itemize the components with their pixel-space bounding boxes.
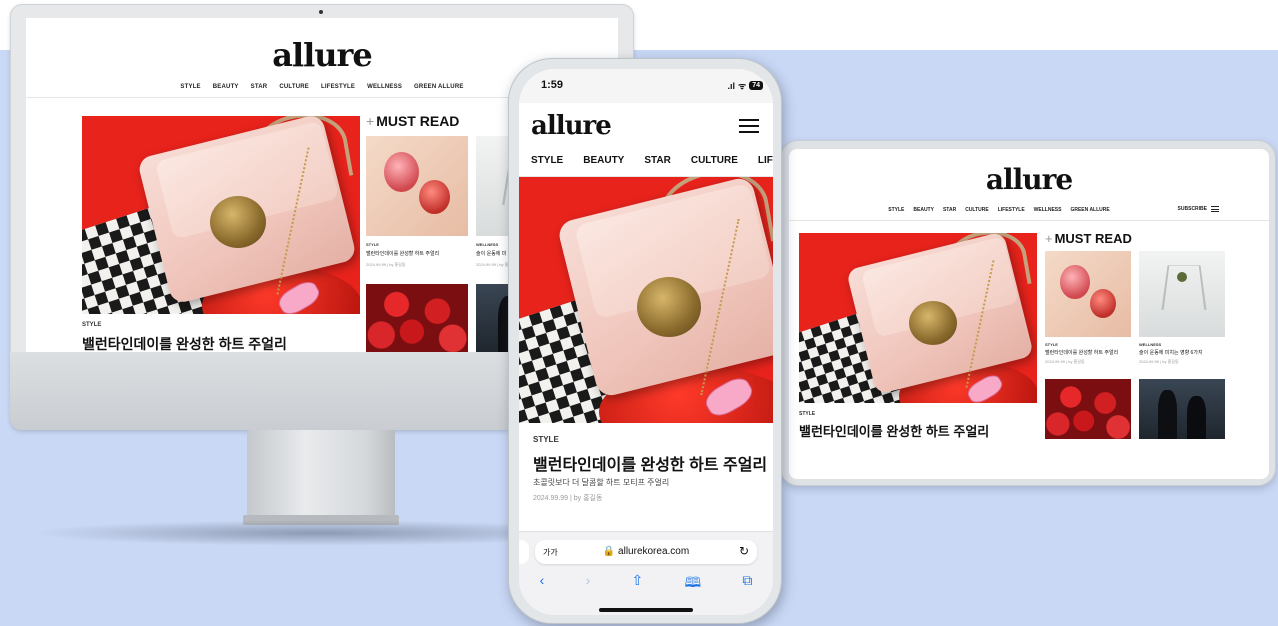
- nav-item-star[interactable]: STAR: [943, 207, 956, 213]
- thumb-1-label: STYLE: [366, 242, 379, 247]
- hero-image[interactable]: [82, 116, 360, 314]
- nav-item-star[interactable]: STAR: [251, 84, 268, 90]
- nav-item-culture[interactable]: CULTURE: [965, 207, 989, 213]
- must-read-thumb-2[interactable]: [1139, 251, 1225, 337]
- previous-tab-peek[interactable]: [519, 540, 529, 564]
- bookmarks-icon[interactable]: 🕮: [685, 572, 702, 596]
- hero-kicker: STYLE: [533, 435, 559, 444]
- reload-icon[interactable]: ↻: [739, 544, 749, 558]
- hero-kicker: STYLE: [82, 322, 102, 328]
- thumb-2-title[interactable]: 술이 운동에 미: [476, 250, 506, 257]
- thumb-2-label: WELLNESS: [1139, 342, 1162, 347]
- camera-dot: [319, 10, 323, 14]
- mobile-nav: STYLE BEAUTY STAR CULTURE LIF: [531, 155, 773, 166]
- subscribe-link[interactable]: SUBSCRIBE: [1178, 206, 1207, 212]
- plus-icon: +: [1045, 231, 1053, 246]
- must-read-heading: + MUST READ: [366, 113, 459, 129]
- nav-item-wellness[interactable]: WELLNESS: [1034, 207, 1062, 213]
- tabs-icon[interactable]: ⧉: [742, 572, 752, 596]
- hero-title[interactable]: 밸런타인데이를 완성한 하트 주얼리: [533, 451, 769, 475]
- nav-item-beauty[interactable]: BEAUTY: [913, 207, 934, 213]
- thumb-2-title[interactable]: 술이 운동에 미치는 영향 6가지: [1139, 349, 1203, 356]
- nav-item-lifestyle[interactable]: LIF: [758, 155, 773, 166]
- nav-item-star[interactable]: STAR: [644, 155, 670, 166]
- thumb-1-meta: 2024.99.99 | by 홍길동: [366, 262, 406, 267]
- back-arrow-icon[interactable]: ‹: [540, 572, 545, 596]
- must-read-heading: + MUST READ: [1045, 231, 1132, 246]
- tablet-screen: allure STYLE BEAUTY STAR CULTURE LIFESTY…: [789, 149, 1269, 479]
- forward-arrow-icon[interactable]: ›: [586, 572, 591, 596]
- mobile-site-header: allure: [519, 103, 773, 147]
- hamburger-menu-icon[interactable]: [1211, 206, 1219, 212]
- nav-item-beauty[interactable]: BEAUTY: [213, 84, 239, 90]
- nav-item-style[interactable]: STYLE: [180, 84, 200, 90]
- hero-deck: 초콜릿보다 더 달콤할 하트 모티프 주얼리: [533, 478, 670, 487]
- tablet-site-header: allure STYLE BEAUTY STAR CULTURE LIFESTY…: [789, 149, 1269, 221]
- must-read-thumb-3[interactable]: [366, 284, 468, 352]
- monitor-stand: [247, 430, 395, 518]
- nav-item-lifestyle[interactable]: LIFESTYLE: [998, 207, 1025, 213]
- thumb-1-label: STYLE: [1045, 342, 1058, 347]
- nav-item-style[interactable]: STYLE: [888, 207, 904, 213]
- hero-title[interactable]: 밸런타인데이를 완성한 하트 주얼리: [799, 421, 989, 440]
- hero-meta: 2024.99.99 | by 홍길동: [533, 495, 603, 502]
- url-text[interactable]: 🔒 allurekorea.com: [535, 546, 757, 557]
- nav-item-beauty[interactable]: BEAUTY: [583, 155, 624, 166]
- must-read-thumb-3[interactable]: [1045, 379, 1131, 439]
- subscribe-area: SUBSCRIBE: [1178, 206, 1219, 212]
- nav-item-style[interactable]: STYLE: [531, 155, 563, 166]
- thumb-2-label: WELLNESS: [476, 242, 499, 247]
- plus-icon: +: [366, 113, 375, 129]
- browser-nav-buttons: ‹ › ⇧ 🕮 ⧉: [519, 572, 773, 596]
- hero-image[interactable]: [519, 177, 773, 423]
- status-bar: 1:59 .ıl ᯤ 74: [519, 69, 773, 103]
- safari-toolbar: 가가 🔒 allurekorea.com ↻ ‹ › ⇧ 🕮 ⧉: [519, 531, 773, 615]
- status-time: 1:59: [541, 79, 564, 91]
- nav-item-lifestyle[interactable]: LIFESTYLE: [321, 84, 355, 90]
- nav-item-culture[interactable]: CULTURE: [691, 155, 738, 166]
- tablet-device: allure STYLE BEAUTY STAR CULTURE LIFESTY…: [780, 140, 1276, 486]
- thumb-1-meta: 2024.99.99 | by 홍길동: [1045, 359, 1085, 364]
- site-logo[interactable]: allure: [531, 111, 612, 141]
- wifi-icon: ᯤ: [737, 81, 747, 91]
- home-indicator[interactable]: [599, 608, 693, 612]
- must-read-thumb-4[interactable]: [1139, 379, 1225, 439]
- battery-icon: 74: [749, 81, 763, 90]
- must-read-label: MUST READ: [376, 113, 460, 129]
- site-logo[interactable]: allure: [789, 163, 1269, 196]
- nav-item-culture[interactable]: CULTURE: [279, 84, 309, 90]
- must-read-thumb-1[interactable]: [366, 136, 468, 236]
- hamburger-menu-icon[interactable]: [739, 119, 759, 133]
- must-read-label: MUST READ: [1054, 231, 1132, 246]
- address-bar[interactable]: 가가 🔒 allurekorea.com ↻: [535, 540, 757, 564]
- share-icon[interactable]: ⇧: [632, 572, 644, 596]
- signal-icon: .ıl: [727, 80, 735, 91]
- nav-item-green-allure[interactable]: GREEN ALLURE: [1070, 207, 1109, 213]
- nav-item-wellness[interactable]: WELLNESS: [367, 84, 402, 90]
- nav-item-green-allure[interactable]: GREEN ALLURE: [414, 84, 464, 90]
- must-read-thumb-1[interactable]: [1045, 251, 1131, 337]
- hero-kicker: STYLE: [799, 411, 816, 417]
- hero-title[interactable]: 밸런타인데이를 완성한 하트 주얼리: [82, 334, 287, 352]
- thumb-2-meta: 2024.99.99 | by 홍길동: [1139, 359, 1179, 364]
- status-icons: .ıl ᯤ 74: [727, 79, 763, 92]
- phone-device: 1:59 .ıl ᯤ 74 allure STYLE BEAUTY STAR C…: [508, 58, 782, 624]
- thumb-1-title[interactable]: 밸런타인데이를 완성할 하트 주얼리: [366, 250, 439, 257]
- phone-screen: 1:59 .ıl ᯤ 74 allure STYLE BEAUTY STAR C…: [519, 69, 773, 615]
- thumb-1-title[interactable]: 밸런타인데이를 완성할 하트 주얼리: [1045, 349, 1118, 356]
- hero-image[interactable]: [799, 233, 1037, 403]
